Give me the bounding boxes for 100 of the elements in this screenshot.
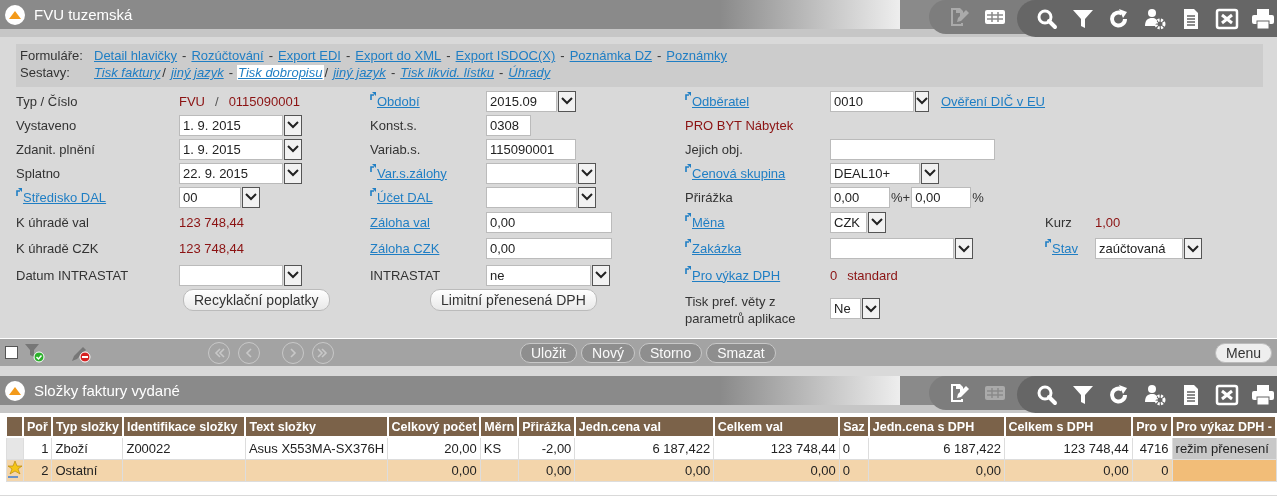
printer-button[interactable] <box>1251 6 1275 31</box>
column-header[interactable]: Jedn.cena s DPH <box>868 416 1005 437</box>
dropdown-field[interactable]: 1. 9. 2015 <box>179 138 283 160</box>
input-field[interactable]: 115090001 <box>486 138 576 160</box>
dropdown-button[interactable] <box>284 162 302 184</box>
filter-check-icon <box>24 342 46 363</box>
column-header[interactable]: Pro v <box>1132 416 1173 437</box>
chevron-down-icon <box>287 271 299 280</box>
field-value: 0 <box>830 267 838 283</box>
field-link[interactable]: Období <box>370 93 486 109</box>
dropdown-button[interactable] <box>284 264 302 286</box>
dropdown-button[interactable] <box>284 114 302 136</box>
user-gear-button[interactable] <box>1143 382 1167 407</box>
spreadsheet-x-button[interactable] <box>1215 6 1239 31</box>
chevron-down-icon <box>1187 244 1199 253</box>
field-link[interactable]: Pro výkaz DPH <box>685 267 830 283</box>
field-link[interactable]: Cenová skupina <box>685 165 830 181</box>
collapse-button[interactable] <box>5 4 25 25</box>
dropdown-field[interactable]: 0010 <box>830 90 914 112</box>
checkbox[interactable] <box>5 346 18 359</box>
dropdown-field[interactable] <box>179 264 283 286</box>
spreadsheet-x-icon <box>1215 6 1239 31</box>
input-field[interactable]: 0,00 <box>486 238 612 260</box>
dropdown-button[interactable] <box>955 238 973 260</box>
column-header[interactable]: Měrn <box>480 416 519 437</box>
dropdown-button[interactable] <box>1184 238 1202 260</box>
field-value: PRO BYT Nábytek <box>685 117 794 133</box>
column-header[interactable]: Celkem s DPH <box>1004 416 1133 437</box>
dropdown-field[interactable]: 1. 9. 2015 <box>179 114 283 136</box>
field-link[interactable]: Var.s.zálohy <box>370 165 486 181</box>
dropdown-field[interactable]: 2015.09 <box>486 90 557 112</box>
dropdown-button[interactable] <box>914 90 929 112</box>
dropdown-button[interactable] <box>558 90 576 112</box>
input-field[interactable]: 0308 <box>486 114 531 136</box>
input-field[interactable]: 0,00 <box>911 186 972 208</box>
dropdown-field[interactable] <box>486 186 577 208</box>
dropdown-button[interactable] <box>592 264 610 286</box>
column-header[interactable]: Text složky <box>245 416 388 437</box>
printer-button[interactable] <box>1251 382 1275 407</box>
field-value: FVU <box>179 93 205 109</box>
chevron-down-icon <box>581 193 593 201</box>
dropdown-field[interactable]: CZK <box>830 211 867 233</box>
dropdown-field[interactable]: ne <box>486 264 591 286</box>
field-link[interactable]: Účet DAL <box>370 189 486 205</box>
menu-button[interactable]: Menu <box>1214 342 1272 363</box>
column-header[interactable]: Typ složky <box>51 416 123 437</box>
field-link[interactable]: Středisko DAL <box>16 189 179 205</box>
verify-link[interactable]: Ověření DIČ v EU <box>940 93 1045 109</box>
user-gear-button[interactable] <box>1143 6 1167 31</box>
field-value: / <box>215 93 219 109</box>
field-link[interactable]: Stav <box>1045 241 1095 257</box>
unit-label: % <box>972 189 984 205</box>
column-header[interactable]: Pro výkaz DPH - <box>1172 416 1276 437</box>
column-header[interactable]: Saz <box>839 416 869 437</box>
column-header[interactable]: Celkový počet <box>387 416 481 437</box>
table-cell: KS <box>480 437 519 460</box>
link-separator: - <box>268 48 274 63</box>
input-field[interactable] <box>830 138 995 160</box>
chevron-down-icon <box>865 304 877 313</box>
dropdown-button[interactable] <box>242 186 260 208</box>
dropdown-button[interactable] <box>862 298 880 319</box>
report-link[interactable]: Tisk dobropisu <box>237 65 324 80</box>
user-gear-icon <box>1143 6 1167 31</box>
column-header[interactable]: Identifikace složky <box>122 416 246 437</box>
jump-arrow-icon <box>685 265 691 274</box>
input-field[interactable]: 0,00 <box>830 186 890 208</box>
dropdown-field[interactable]: zaúčtovaná <box>1095 238 1183 260</box>
dropdown-button[interactable] <box>921 162 939 184</box>
dropdown-field[interactable]: 00 <box>179 186 241 208</box>
chevron-down-icon <box>287 121 299 129</box>
field-link[interactable]: Měna <box>685 214 830 230</box>
filter-applied-button[interactable] <box>24 342 46 363</box>
field-link[interactable]: Záloha val <box>370 214 486 230</box>
column-header[interactable]: Poř <box>23 416 52 437</box>
table-cell: 20,00 <box>387 437 481 460</box>
dropdown-field[interactable]: DEAL10+ <box>830 162 920 184</box>
dropdown-button[interactable] <box>868 211 886 233</box>
dropdown-field[interactable] <box>830 238 954 260</box>
action-button[interactable]: Recyklační poplatky <box>183 288 330 311</box>
dropdown-field[interactable] <box>486 162 577 184</box>
field-label: INTRASTAT <box>370 267 442 283</box>
spreadsheet-x-button[interactable] <box>1215 382 1239 407</box>
dropdown-button[interactable] <box>578 162 596 184</box>
field-label: Typ / Číslo <box>16 93 79 109</box>
dropdown-button[interactable] <box>284 138 302 160</box>
field-link[interactable]: Zakázka <box>685 241 830 257</box>
dropdown-field[interactable]: Ne <box>830 298 861 319</box>
column-header[interactable]: Celkem val <box>713 416 840 437</box>
collapse-button[interactable] <box>5 380 25 401</box>
action-button[interactable]: Limitní přenesená DPH <box>430 288 597 311</box>
dropdown-button[interactable] <box>578 186 596 208</box>
input-field[interactable]: 0,00 <box>486 211 612 233</box>
field-value: 1,00 <box>1095 214 1121 230</box>
dropdown-field[interactable]: 22. 9. 2015 <box>179 162 283 184</box>
field-link[interactable]: Záloha CZK <box>370 241 486 257</box>
column-header[interactable]: Přirážka <box>518 416 575 437</box>
field-label: K úhradě val <box>16 214 90 230</box>
table-cell: 1 <box>23 437 52 460</box>
column-header[interactable]: Jedn.cena val <box>574 416 714 437</box>
field-link[interactable]: Odběratel <box>685 93 830 109</box>
